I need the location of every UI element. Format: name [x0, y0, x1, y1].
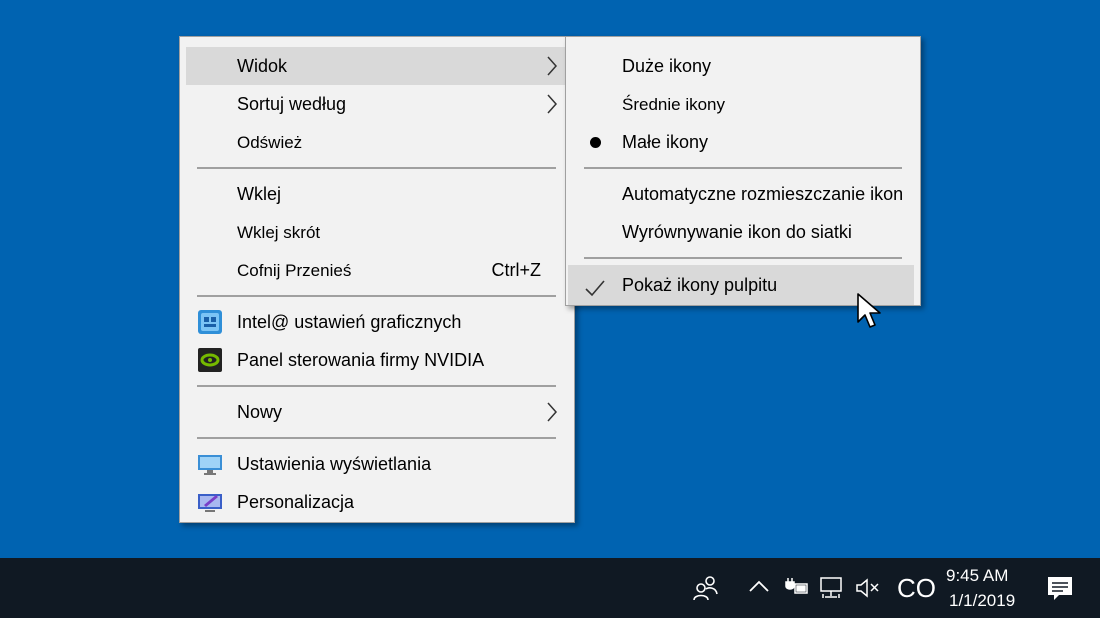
menu-item-intel[interactable]: Intel@ ustawień graficznych — [180, 303, 574, 341]
menu-item-label: Średnie ikony — [622, 95, 726, 114]
menu-separator — [584, 257, 902, 259]
menu-separator — [584, 167, 902, 169]
menu-item-label: Wyrównywanie ikon do siatki — [622, 222, 852, 242]
menu-item-label: Personalizacja — [237, 492, 355, 512]
menu-item-ustawienia-wyswietlania[interactable]: Ustawienia wyświetlania — [180, 445, 574, 483]
menu-separator — [197, 437, 556, 439]
menu-item-label: Odśwież — [237, 133, 303, 152]
chevron-right-icon — [546, 393, 558, 431]
menu-item-sortuj[interactable]: Sortuj według — [180, 85, 574, 123]
menu-item-cofnij[interactable]: Cofnij Przenieś Ctrl+Z — [180, 251, 574, 289]
menu-item-label: Małe ikony — [622, 132, 709, 152]
menu-item-wklej[interactable]: Wklej — [180, 175, 574, 213]
menu-item-label: Sortuj według — [237, 94, 347, 114]
menu-item-personalizacja[interactable]: Personalizacja — [180, 483, 574, 521]
chevron-right-icon — [546, 47, 558, 85]
personalize-icon — [197, 489, 223, 515]
input-language-indicator[interactable]: CO — [897, 573, 936, 604]
menu-item-label: Duże ikony — [622, 56, 712, 76]
desktop-context-menu: Widok Sortuj według Odśwież Wklej Wklej … — [179, 36, 575, 523]
power-icon[interactable] — [783, 576, 809, 603]
menu-separator — [197, 385, 556, 387]
menu-item-label: Ustawienia wyświetlania — [237, 454, 432, 474]
display-icon — [197, 451, 223, 477]
menu-item-wklej-skrot[interactable]: Wklej skrót — [180, 213, 574, 251]
notification-icon[interactable] — [1046, 574, 1074, 607]
menu-separator — [197, 295, 556, 297]
chevron-right-icon — [546, 85, 558, 123]
submenu-item-auto-arrange[interactable]: Automatyczne rozmieszczanie ikon — [566, 175, 920, 213]
menu-item-label: Wklej — [237, 184, 281, 204]
network-icon[interactable] — [819, 576, 845, 605]
people-icon[interactable] — [692, 574, 718, 605]
nvidia-icon — [197, 347, 223, 373]
menu-item-nowy[interactable]: Nowy — [180, 393, 574, 431]
menu-item-label: Cofnij Przenieś — [237, 261, 352, 280]
intel-graphics-icon — [197, 309, 223, 335]
taskbar: CO 9:45 AM 1/1/2019 — [0, 558, 1100, 618]
clock-date[interactable]: 1/1/2019 — [949, 591, 1015, 611]
menu-item-nvidia[interactable]: Panel sterowania firmy NVIDIA — [180, 341, 574, 379]
submenu-item-srednie-ikony[interactable]: Średnie ikony — [566, 85, 920, 123]
menu-item-odswiez[interactable]: Odśwież — [180, 123, 574, 161]
menu-item-label: Automatyczne rozmieszczanie ikon — [622, 184, 904, 204]
submenu-item-male-ikony[interactable]: Małe ikony — [566, 123, 920, 161]
shortcut-label: Ctrl+Z — [491, 260, 542, 280]
selected-bullet-icon — [590, 137, 601, 148]
menu-item-label: Nowy — [237, 402, 283, 422]
volume-muted-icon[interactable] — [855, 577, 881, 604]
menu-item-widok[interactable]: Widok — [186, 47, 568, 85]
view-submenu: Duże ikony Średnie ikony Małe ikony Auto… — [565, 36, 921, 306]
menu-item-label: Intel@ ustawień graficznych — [237, 312, 462, 332]
menu-item-label: Widok — [237, 56, 288, 76]
submenu-item-duze-ikony[interactable]: Duże ikony — [566, 47, 920, 85]
menu-item-label: Pokaż ikony pulpitu — [622, 275, 778, 295]
submenu-item-align-grid[interactable]: Wyrównywanie ikon do siatki — [566, 213, 920, 251]
mouse-cursor-icon — [856, 292, 882, 335]
menu-item-label: Panel sterowania firmy NVIDIA — [237, 350, 485, 370]
chevron-up-icon[interactable] — [748, 578, 770, 599]
clock-time[interactable]: 9:45 AM — [946, 566, 1008, 586]
checkmark-icon — [584, 273, 606, 313]
menu-separator — [197, 167, 556, 169]
menu-item-label: Wklej skrót — [237, 223, 321, 242]
